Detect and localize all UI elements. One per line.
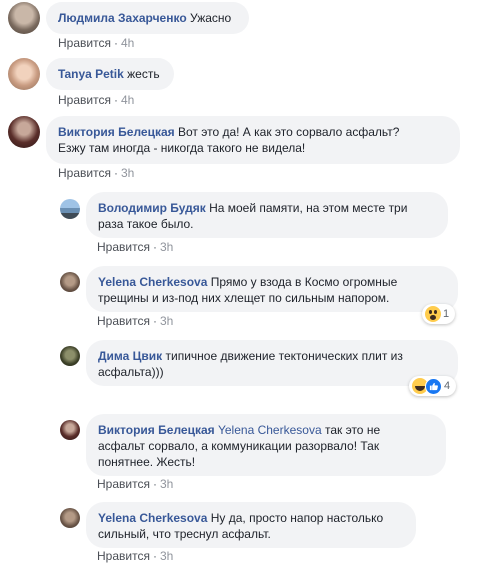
comment-text: понятнее. Жесть!: [98, 455, 196, 469]
reaction-summary[interactable]: 1: [422, 304, 456, 324]
comment-author[interactable]: Виктория Белецкая: [58, 125, 175, 139]
comment-author[interactable]: Виктория Белецкая: [98, 423, 215, 437]
comment-text: Ну да, просто напор настолько: [210, 511, 384, 525]
mentioned-user-link[interactable]: Yelena Cherkesova: [218, 423, 322, 437]
separator-dot: ·: [113, 36, 118, 50]
reaction-summary[interactable]: 4: [409, 376, 457, 396]
comment-timestamp[interactable]: 3h: [121, 166, 134, 180]
comment-timestamp[interactable]: 3h: [160, 240, 173, 254]
reaction-count: 4: [444, 380, 451, 392]
comment-bubble: Виктория Белецкая Вот это да! А как это …: [46, 116, 460, 164]
comment-text: трещины и из-под них хлещет по сильным н…: [98, 291, 390, 305]
comment-text: сильный, что треснул асфальт.: [98, 527, 271, 541]
comment-author[interactable]: Yelena Cherkesova: [98, 511, 207, 525]
like-button[interactable]: Нравится: [97, 477, 150, 491]
comment-text: Вот это да! А как это сорвало асфальт?: [177, 125, 400, 139]
separator-dot: ·: [152, 314, 157, 328]
like-button[interactable]: Нравится: [97, 549, 150, 563]
comment-author[interactable]: Yelena Cherkesova: [98, 275, 207, 289]
reply-bubble: Володимир Будяк На моей памяти, на этом …: [86, 192, 448, 238]
comment-timestamp[interactable]: 3h: [160, 477, 173, 491]
comment-actions: Нравится · 3h: [58, 166, 134, 180]
comment-actions: Нравится · 3h: [97, 240, 173, 254]
comment-timestamp[interactable]: 4h: [121, 93, 134, 107]
avatar[interactable]: [60, 199, 80, 219]
comment-timestamp[interactable]: 4h: [121, 36, 134, 50]
comment-bubble: Людмила Захарченко Ужасно: [46, 2, 249, 34]
separator-dot: ·: [113, 93, 118, 107]
comment-actions: Нравится · 3h: [97, 477, 173, 491]
comment-author[interactable]: Дима Цвик: [98, 349, 162, 363]
comment-text: асфальт сорвало, а коммуникации разорвал…: [98, 439, 380, 453]
comment-text: Прямо у взода в Космо огромные: [210, 275, 398, 289]
comment-author[interactable]: Tanya Petik: [58, 67, 124, 81]
separator-dot: ·: [152, 549, 157, 563]
like-button[interactable]: Нравится: [58, 166, 111, 180]
avatar[interactable]: [60, 508, 80, 528]
like-button[interactable]: Нравится: [97, 240, 150, 254]
comment-timestamp[interactable]: 3h: [160, 314, 173, 328]
like-reaction-icon: [425, 377, 442, 395]
separator-dot: ·: [152, 240, 157, 254]
comment-text: жесть: [127, 67, 160, 81]
reply-bubble: Yelena Cherkesova Ну да, просто напор на…: [86, 502, 416, 548]
avatar[interactable]: [8, 2, 40, 34]
comment-author[interactable]: Людмила Захарченко: [58, 11, 187, 25]
comment-bubble: Tanya Petik жесть: [46, 58, 174, 90]
avatar[interactable]: [60, 272, 80, 292]
comment-text: раза такое было.: [98, 217, 194, 231]
separator-dot: ·: [113, 166, 118, 180]
comment-text: типичное движение тектонических плит из: [165, 349, 403, 363]
reply-bubble: Yelena Cherkesova Прямо у взода в Космо …: [86, 266, 458, 312]
comment-text: асфальта))): [98, 365, 164, 379]
reaction-count: 1: [443, 308, 450, 320]
like-button[interactable]: Нравится: [58, 93, 111, 107]
like-button[interactable]: Нравится: [58, 36, 111, 50]
comment-actions: Нравится · 4h: [58, 36, 134, 50]
comment-actions: Нравится · 3h: [97, 549, 173, 563]
comment-text: На моей памяти, на этом месте три: [209, 201, 408, 215]
comment-text: Ужасно: [190, 11, 232, 25]
comment-timestamp[interactable]: 3h: [160, 549, 173, 563]
reply-bubble: Дима Цвик типичное движение тектонически…: [86, 340, 458, 386]
comment-text: так это не: [324, 423, 381, 437]
wow-reaction-icon: [425, 306, 441, 322]
comment-author[interactable]: Володимир Будяк: [98, 201, 206, 215]
reply-bubble: Виктория Белецкая Yelena Cherkesova так …: [86, 414, 446, 476]
separator-dot: ·: [152, 477, 157, 491]
like-button[interactable]: Нравится: [97, 314, 150, 328]
avatar[interactable]: [8, 116, 40, 148]
avatar[interactable]: [60, 420, 80, 440]
comment-actions: Нравится · 3h: [97, 314, 173, 328]
avatar[interactable]: [8, 58, 40, 90]
comment-actions: Нравится · 4h: [58, 93, 134, 107]
avatar[interactable]: [60, 346, 80, 366]
comment-text: Езжу там иногда - никогда такого не виде…: [58, 141, 306, 155]
